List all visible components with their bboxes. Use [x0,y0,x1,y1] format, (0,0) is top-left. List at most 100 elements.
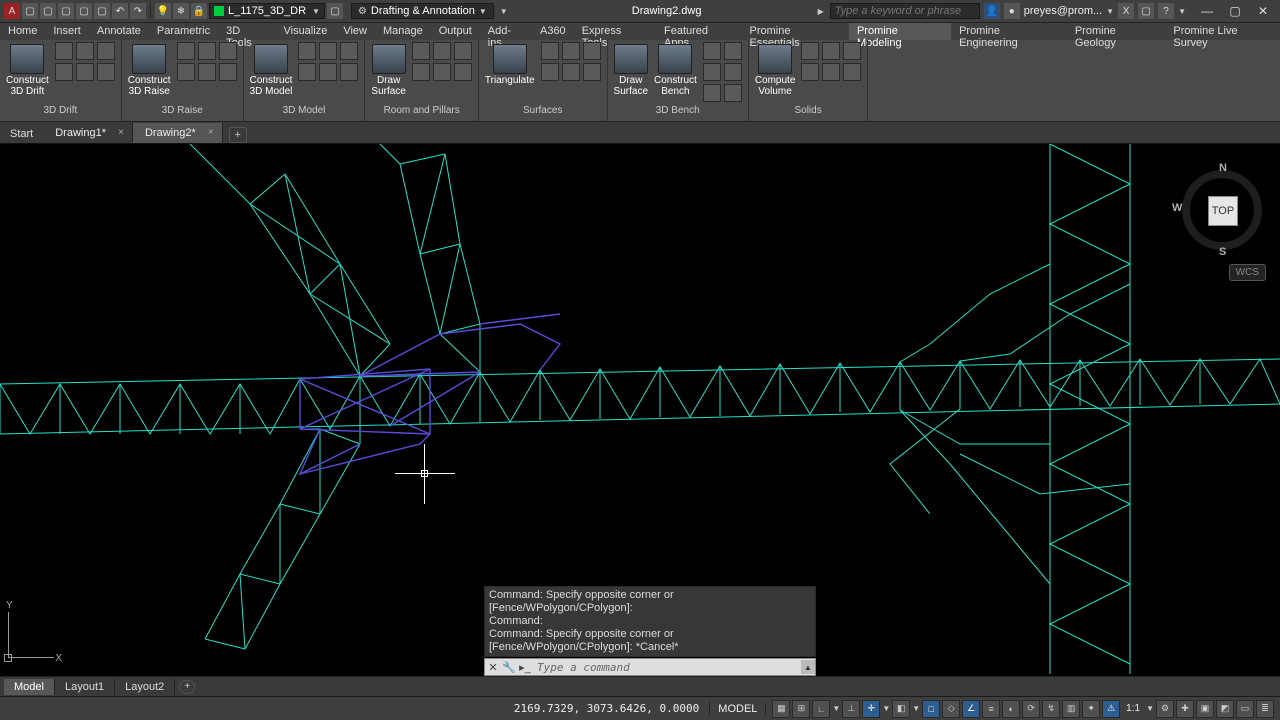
space-label[interactable]: MODEL [710,703,766,715]
ribbon-small-button[interactable] [822,42,840,60]
maximize-button[interactable]: ▢ [1228,4,1242,18]
ribbon-small-button[interactable] [198,63,216,81]
freeze-icon[interactable]: ❄ [173,3,189,19]
ribbon-tab-insert[interactable]: Insert [45,23,89,40]
ribbon-small-button[interactable] [724,63,742,81]
ribbon-small-button[interactable] [541,42,559,60]
ribbon-tab-promine-essentials[interactable]: Promine Essentials [742,23,849,40]
lock-icon[interactable]: 🔒 [191,3,207,19]
ribbon-tab-promine-geology[interactable]: Promine Geology [1067,23,1166,40]
ribbon-small-button[interactable] [454,42,472,60]
ribbon-small-button[interactable] [801,63,819,81]
ribbon-tab-express-tools[interactable]: Express Tools [574,23,656,40]
ribbon-small-button[interactable] [97,63,115,81]
ribbon-small-button[interactable] [703,42,721,60]
new-icon[interactable]: ▢ [22,3,38,19]
workspace-combo[interactable]: ⚙ Drafting & Annotation ▼ [351,3,494,19]
command-close-icon[interactable]: ✕ [485,659,501,675]
signin-icon[interactable]: 👤 [984,3,1000,19]
close-icon[interactable]: × [118,127,124,138]
ribbon-tab-promine-engineering[interactable]: Promine Engineering [951,23,1067,40]
ribbon-tab-manage[interactable]: Manage [375,23,431,40]
infer-toggle[interactable]: ∟ [812,700,830,718]
ribbon-small-button[interactable] [219,42,237,60]
customize-status-icon[interactable]: ≣ [1256,700,1274,718]
ribbon-small-button[interactable] [541,63,559,81]
command-line[interactable]: ✕ 🔧 ▸_ Type a command ▲ [484,658,816,676]
command-history[interactable]: Command: Specify opposite corner or [Fen… [484,586,816,657]
command-input[interactable]: Type a command [533,660,801,675]
ribbon-small-button[interactable] [433,42,451,60]
ribbon-tab-parametric[interactable]: Parametric [149,23,218,40]
isodraft-toggle[interactable]: ◧ [892,700,910,718]
stayconnected-icon[interactable]: ▢ [1138,3,1154,19]
help-search-input[interactable] [830,3,980,19]
saveas-icon[interactable]: ▢ [76,3,92,19]
ribbon-tab-add-ins[interactable]: Add-ins [480,23,532,40]
lineweight-toggle[interactable]: ≡ [982,700,1000,718]
ribbon-button[interactable]: Construct 3D Drift [6,42,49,97]
ribbon-small-button[interactable] [55,63,73,81]
ribbon-button[interactable]: Draw Surface [614,42,648,97]
ribbon-small-button[interactable] [412,63,430,81]
polar-toggle[interactable]: ✛ [862,700,880,718]
ribbon-small-button[interactable] [822,63,840,81]
ribbon-small-button[interactable] [801,42,819,60]
layout-tab-model[interactable]: Model [4,679,55,695]
selection-filter-toggle[interactable]: ▥ [1062,700,1080,718]
ribbon-small-button[interactable] [298,63,316,81]
ribbon-button[interactable]: Triangulate [485,42,535,86]
chevron-down-icon[interactable]: ▼ [1106,7,1114,16]
layer-flyout-icon[interactable]: ▢ [327,3,343,19]
wcs-badge[interactable]: WCS [1229,264,1266,281]
ribbon-small-button[interactable] [219,63,237,81]
ribbon-small-button[interactable] [55,42,73,60]
3dosnap-toggle[interactable]: ◇ [942,700,960,718]
status-dropdown-icon[interactable]: ▼ [1146,704,1154,713]
ribbon-button[interactable]: Draw Surface [371,42,405,97]
ribbon-small-button[interactable] [843,63,861,81]
ribbon-small-button[interactable] [724,42,742,60]
viewcube-face[interactable]: TOP [1208,196,1238,226]
command-config-icon[interactable]: 🔧 [501,659,517,675]
selection-cycling-toggle[interactable]: ⟳ [1022,700,1040,718]
minimize-button[interactable]: — [1200,4,1214,18]
ribbon-tab-3d-tools[interactable]: 3D Tools [218,23,275,40]
user-label[interactable]: preyes@prom... [1024,5,1102,17]
anno-scale[interactable]: 1:1 [1122,703,1144,714]
snapmode-toggle[interactable]: ⊞ [792,700,810,718]
status-dropdown-icon[interactable]: ▼ [882,704,890,713]
ribbon-small-button[interactable] [412,42,430,60]
ribbon-small-button[interactable] [583,63,601,81]
status-dropdown-icon[interactable]: ▼ [912,704,920,713]
help-icon[interactable]: ? [1158,3,1174,19]
ribbon-small-button[interactable] [433,63,451,81]
ribbon-small-button[interactable] [76,63,94,81]
layout-tab-layout2[interactable]: Layout2 [115,679,175,695]
ribbon-small-button[interactable] [198,42,216,60]
ribbon-button[interactable]: Construct 3D Model [250,42,293,97]
ribbon-small-button[interactable] [97,42,115,60]
ribbon-tab-visualize[interactable]: Visualize [275,23,335,40]
annotation-visibility-toggle[interactable]: ✚ [1176,700,1194,718]
viewcube-west[interactable]: W [1172,202,1182,214]
ribbon-small-button[interactable] [319,63,337,81]
ribbon-button[interactable]: Construct Bench [654,42,697,97]
undo-icon[interactable]: ↶ [112,3,128,19]
ribbon-button[interactable]: Construct 3D Raise [128,42,171,97]
ribbon-small-button[interactable] [177,42,195,60]
ribbon-tab-promine-live-survey[interactable]: Promine Live Survey [1165,23,1280,40]
ribbon-small-button[interactable] [562,63,580,81]
ribbon-tab-view[interactable]: View [335,23,375,40]
document-tab[interactable]: Drawing1*× [43,123,133,143]
workspace-switch-icon[interactable]: ⚙ [1156,700,1174,718]
exchange-icon[interactable]: X [1118,3,1134,19]
viewcube-north[interactable]: N [1219,162,1227,174]
ribbon-small-button[interactable] [76,42,94,60]
add-document-button[interactable]: + [229,127,247,143]
title-dropdown-icon[interactable]: ▶ [818,7,830,16]
ribbon-small-button[interactable] [724,84,742,102]
ribbon-small-button[interactable] [562,42,580,60]
ribbon-small-button[interactable] [583,42,601,60]
layout-tab-layout1[interactable]: Layout1 [55,679,115,695]
